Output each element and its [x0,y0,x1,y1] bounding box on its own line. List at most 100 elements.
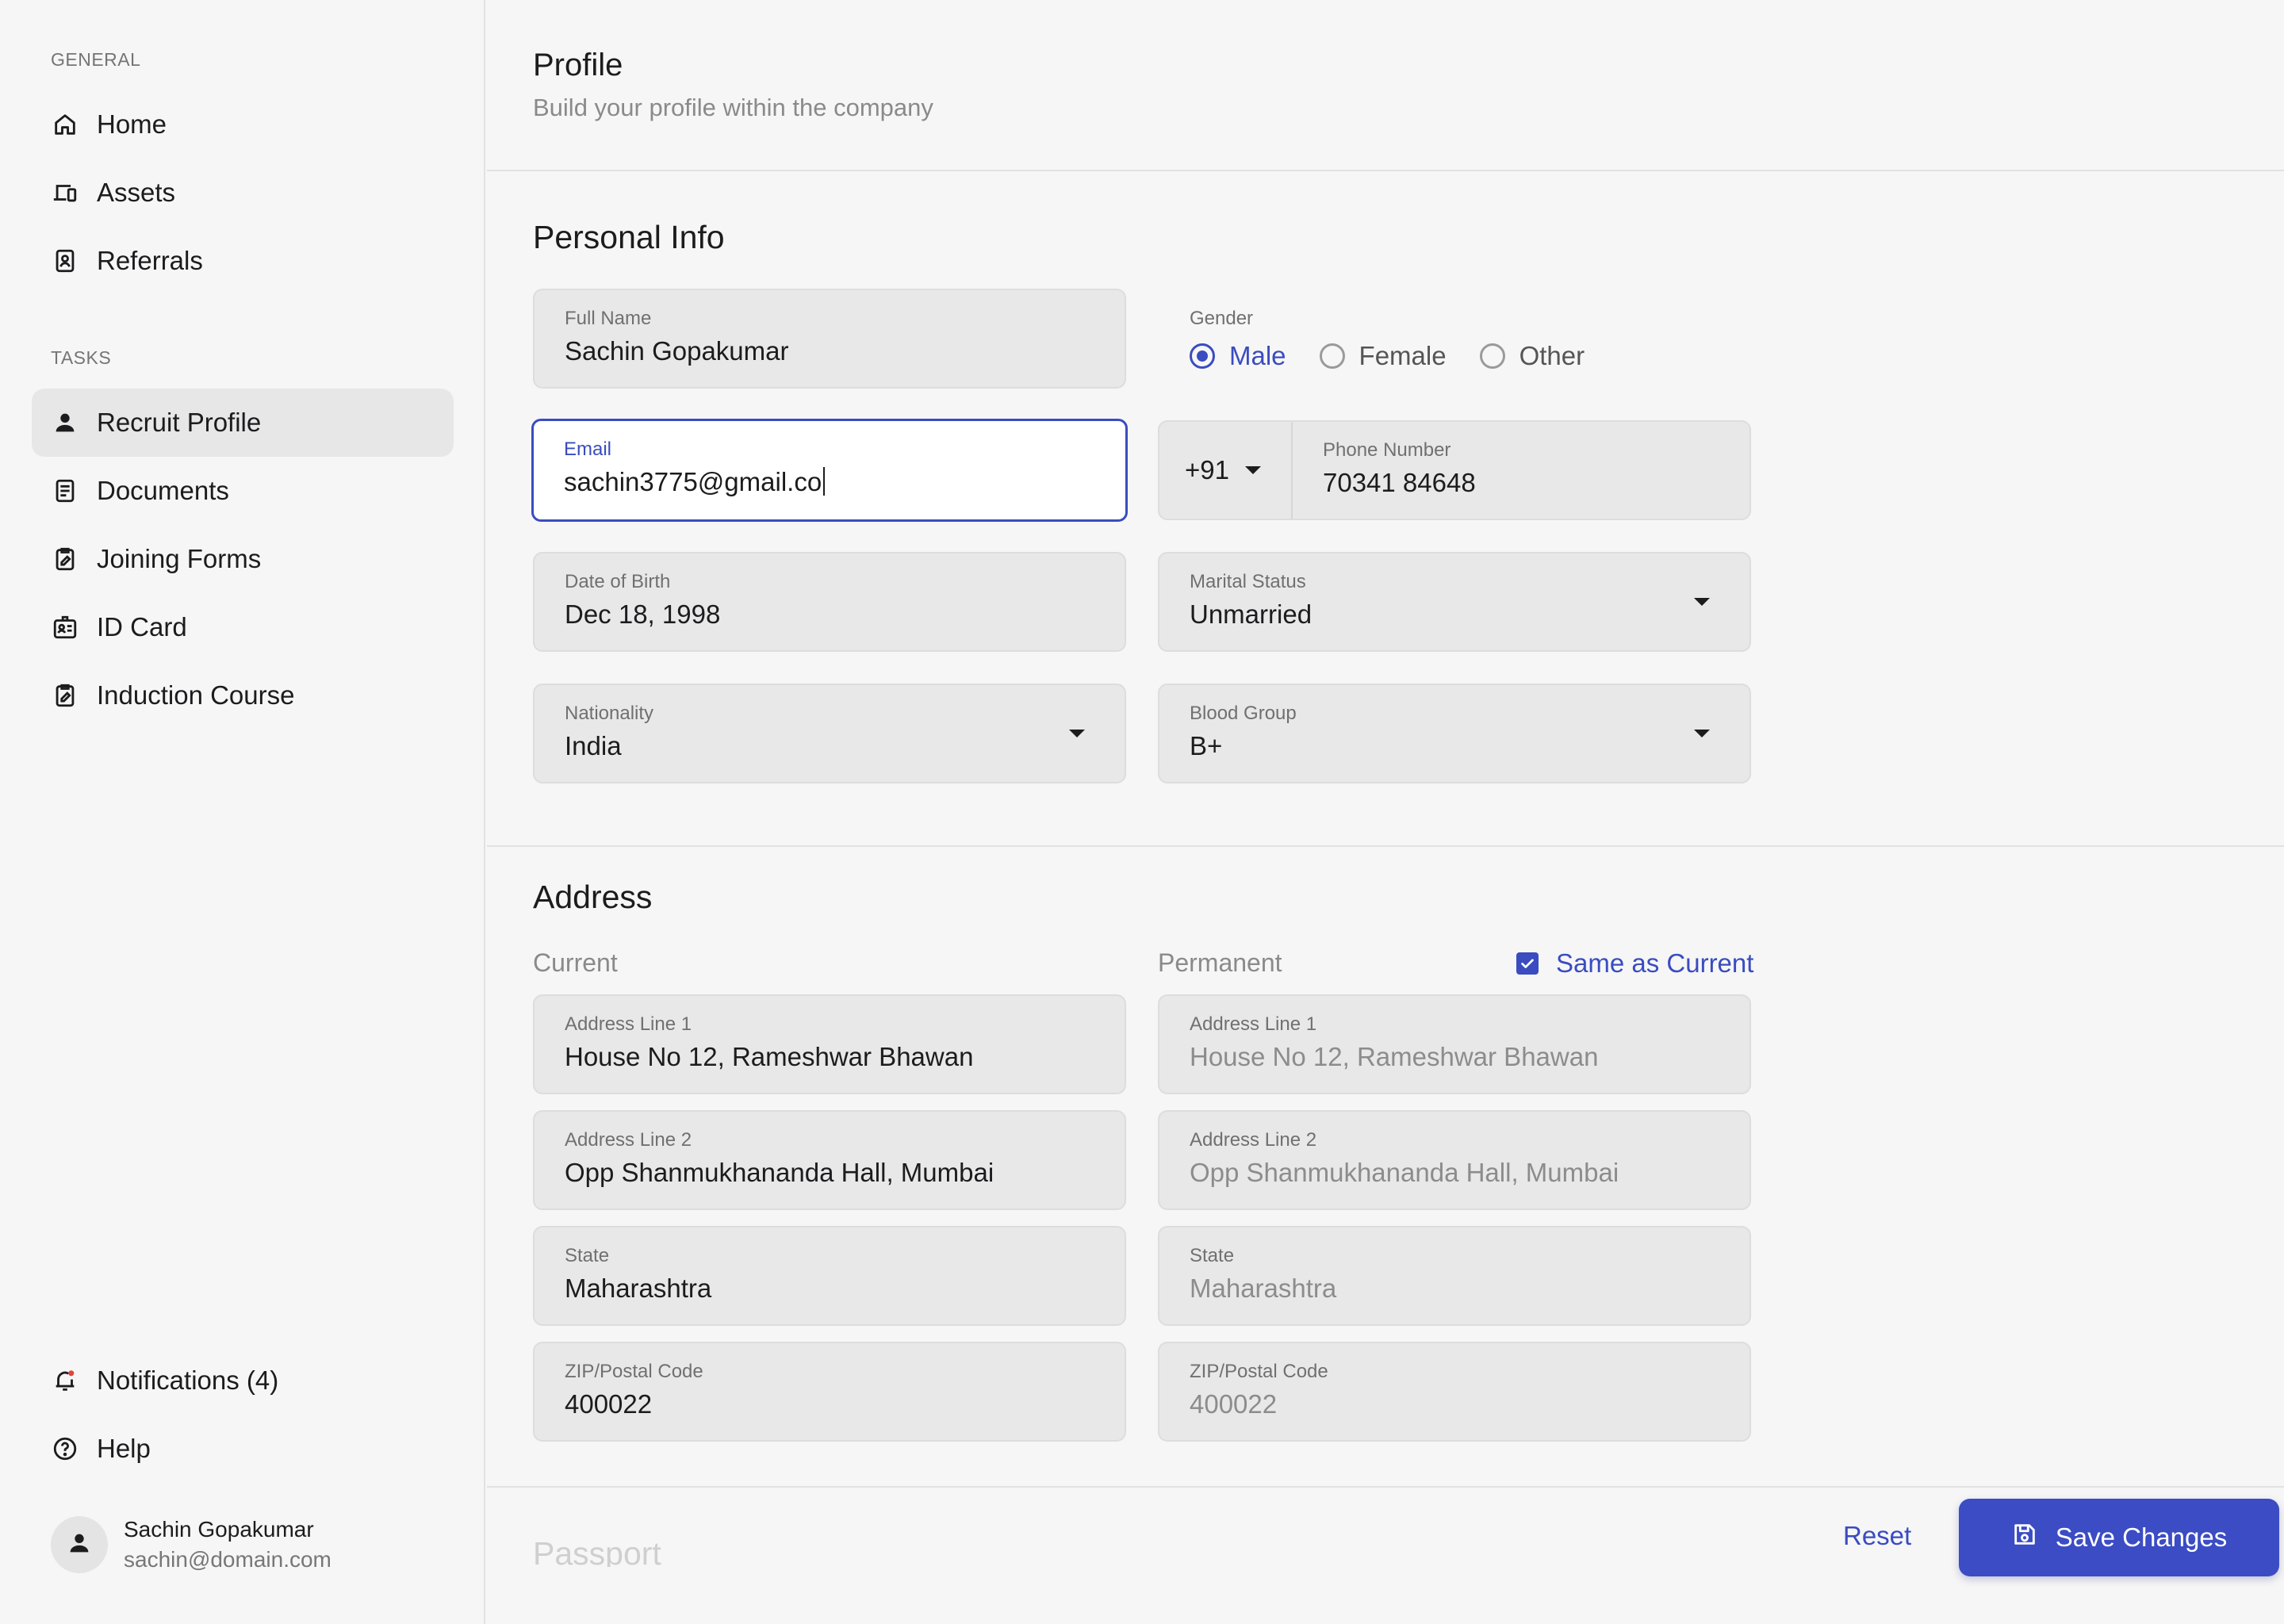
save-button-label: Save Changes [2055,1522,2228,1552]
field-value: B+ [1190,731,1223,760]
checkbox-label: Same as Current [1556,948,1754,978]
sidebar-item-induction-course[interactable]: Induction Course [32,661,454,730]
field-label: State [565,1245,610,1266]
page-subtitle: Build your profile within the company [533,94,933,121]
email-field[interactable]: Email sachin3775@gmail.co [531,419,1128,522]
section-title-personal-info: Personal Info [533,219,725,255]
section-title-address: Address [533,879,653,915]
main-content: Profile Build your profile within the co… [487,0,2284,1624]
sidebar-item-label: Help [97,1434,151,1463]
gender-radio-male[interactable]: Male [1190,341,1286,371]
permanent-address-line2-field: Address Line 2 Opp Shanmukhananda Hall, … [1158,1110,1751,1210]
home-icon [51,110,79,139]
permanent-address-heading: Permanent [1158,948,1282,977]
field-value: 400022 [565,1389,653,1419]
current-address-heading: Current [533,948,618,977]
divider [487,170,2284,171]
gender-radio-other[interactable]: Other [1479,341,1585,371]
divider [487,845,2284,847]
sidebar-item-documents[interactable]: Documents [32,457,454,525]
user-name: Sachin Gopakumar [124,1517,314,1542]
help-icon [51,1434,79,1463]
sidebar-item-home[interactable]: Home [32,90,454,159]
sidebar-item-notifications[interactable]: Notifications (4) [32,1346,454,1415]
sidebar-item-label: Induction Course [97,680,295,710]
checkbox-checked-icon [1516,952,1539,975]
devices-icon [51,178,79,207]
current-address-line1-field[interactable]: Address Line 1 House No 12, Rameshwar Bh… [533,994,1126,1094]
current-zip-field[interactable]: ZIP/Postal Code 400022 [533,1342,1126,1442]
sidebar-item-help[interactable]: Help [32,1415,454,1483]
field-label: Phone Number [1323,439,1451,461]
field-value: India [565,731,622,760]
field-label: State [1190,1245,1235,1266]
clipboard-edit-icon [51,545,79,573]
nationality-select[interactable]: Nationality India [533,684,1126,783]
clipboard-edit-icon [51,681,79,710]
field-value: Unmarried [1190,599,1313,629]
phone-number-input[interactable]: Phone Number 70341 84648 [1323,439,1476,498]
caret-down-icon [1245,466,1261,474]
field-value: 70341 84648 [1323,468,1476,497]
sidebar-item-joining-forms[interactable]: Joining Forms [32,525,454,593]
current-address-line2-field[interactable]: Address Line 2 Opp Shanmukhananda Hall, … [533,1110,1126,1210]
same-as-current-checkbox[interactable]: Same as Current [1516,948,1753,979]
page-title: Profile [533,48,623,82]
sidebar-item-label: Notifications (4) [97,1365,279,1395]
gender-radio-group: Male Female Other [1190,341,1618,371]
field-label: Date of Birth [565,571,671,592]
radio-selected-icon [1190,343,1215,369]
field-value: 400022 [1190,1389,1278,1419]
country-code-select[interactable]: +91 [1159,422,1293,519]
field-value: Maharashtra [565,1274,712,1303]
field-value: Dec 18, 1998 [565,599,721,629]
user-profile[interactable]: Sachin Gopakumar sachin@domain.com [51,1516,331,1573]
radio-label: Other [1519,341,1585,370]
section-label-general: GENERAL [51,49,141,70]
permanent-state-field: State Maharashtra [1158,1226,1751,1326]
full-name-field[interactable]: Full Name Sachin Gopakumar [533,289,1126,389]
radio-unselected-icon [1479,343,1505,369]
save-changes-button[interactable]: Save Changes [1959,1499,2279,1576]
date-of-birth-field[interactable]: Date of Birth Dec 18, 1998 [533,552,1126,652]
sidebar-item-recruit-profile[interactable]: Recruit Profile [32,389,454,457]
blood-group-select[interactable]: Blood Group B+ [1158,684,1751,783]
phone-field: +91 Phone Number 70341 84648 [1158,420,1751,520]
sidebar-item-label: Assets [97,178,176,207]
document-icon [51,477,79,505]
field-label: Marital Status [1190,571,1306,592]
field-label: Email [564,439,612,460]
id-badge-icon [51,613,79,642]
section-label-tasks: TASKS [51,347,112,368]
gender-radio-female[interactable]: Female [1319,341,1447,371]
sidebar: GENERAL Home Assets Referrals TASKS Recr… [0,0,485,1624]
save-icon [2011,1521,2056,1554]
sidebar-item-referrals[interactable]: Referrals [32,227,454,295]
field-label: ZIP/Postal Code [1190,1361,1328,1382]
field-label: Address Line 1 [565,1013,692,1035]
sidebar-item-id-card[interactable]: ID Card [32,593,454,661]
field-label: Full Name [565,308,652,329]
marital-status-select[interactable]: Marital Status Unmarried [1158,552,1751,652]
sidebar-item-label: Home [97,109,167,139]
field-value: Opp Shanmukhananda Hall, Mumbai [1190,1158,1619,1187]
sidebar-item-assets[interactable]: Assets [32,159,454,227]
caret-down-icon [1694,730,1710,737]
field-value: Sachin Gopakumar [565,336,789,366]
caret-down-icon [1694,598,1710,606]
person-icon [66,1530,93,1561]
field-label: Address Line 2 [565,1129,692,1151]
reset-button[interactable]: Reset [1843,1521,1911,1551]
field-label: Address Line 2 [1190,1129,1317,1151]
divider [487,1486,2284,1488]
field-value: Maharashtra [1190,1274,1337,1303]
field-label: Nationality [565,703,654,724]
sidebar-item-label: Referrals [97,246,203,275]
contact-card-icon [51,247,79,275]
sidebar-item-label: Recruit Profile [97,408,262,437]
section-title-passport: Passport [533,1535,661,1567]
current-state-field[interactable]: State Maharashtra [533,1226,1126,1326]
radio-label: Male [1229,341,1286,370]
text-caret [823,467,826,496]
field-label: Address Line 1 [1190,1013,1317,1035]
